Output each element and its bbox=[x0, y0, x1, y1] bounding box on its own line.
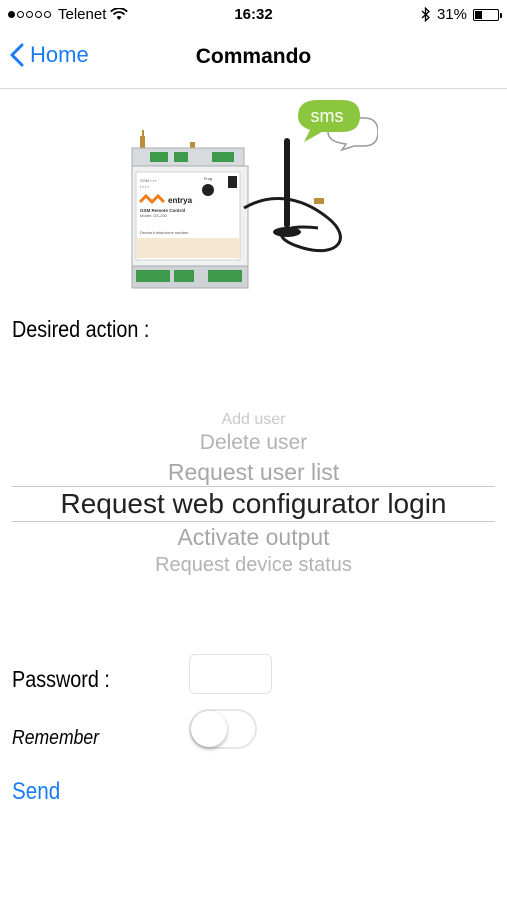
picker-option-request-device-status[interactable]: Request device status bbox=[0, 554, 507, 577]
brand-label: entrya bbox=[168, 196, 193, 205]
remember-toggle[interactable] bbox=[189, 709, 257, 749]
battery-icon bbox=[473, 8, 502, 21]
picker-divider bbox=[12, 486, 495, 487]
toggle-knob bbox=[191, 711, 227, 747]
desired-action-label: Desired action : bbox=[12, 316, 150, 342]
svg-text:Device's telephone number: Device's telephone number bbox=[140, 230, 189, 235]
svg-text:Model: GS-200: Model: GS-200 bbox=[140, 213, 168, 218]
status-right: 31% bbox=[421, 6, 502, 23]
picker-option-delete-user[interactable]: Delete user bbox=[0, 431, 507, 455]
page-title: Commando bbox=[195, 45, 312, 68]
bluetooth-icon bbox=[421, 7, 430, 22]
password-label: Password : bbox=[12, 666, 110, 692]
navigation-bar: Home Commando bbox=[0, 30, 507, 89]
svg-text:GSM ▪ ▪ ▪: GSM ▪ ▪ ▪ bbox=[140, 178, 157, 183]
send-button[interactable]: Send bbox=[12, 778, 60, 806]
picker-divider bbox=[12, 521, 495, 522]
picker-option-add-user[interactable]: Add user bbox=[0, 411, 507, 429]
battery-percent: 31% bbox=[436, 6, 467, 23]
sms-label: sms bbox=[311, 106, 344, 126]
sms-bubble-icon: sms bbox=[298, 100, 378, 152]
picker-option-selected[interactable]: Request web configurator login bbox=[0, 488, 507, 520]
picker-option-request-user-list[interactable]: Request user list bbox=[0, 459, 507, 486]
prog-label: Prog bbox=[204, 176, 212, 181]
battery-fill bbox=[475, 10, 482, 19]
picker-option-activate-output[interactable]: Activate output bbox=[0, 524, 507, 551]
password-field[interactable] bbox=[189, 654, 272, 694]
status-bar: Telenet 16:32 31% bbox=[0, 0, 507, 30]
remember-label: Remember bbox=[12, 727, 100, 749]
svg-text:▪ ▪ ▪ ▪: ▪ ▪ ▪ ▪ bbox=[140, 184, 150, 189]
device-image: sms GSM ▪ ▪ ▪ ▪ ▪ ▪ ▪ Prog entrya GSM Re… bbox=[131, 100, 378, 289]
action-picker[interactable]: Add user Delete user Request user list R… bbox=[0, 405, 507, 585]
